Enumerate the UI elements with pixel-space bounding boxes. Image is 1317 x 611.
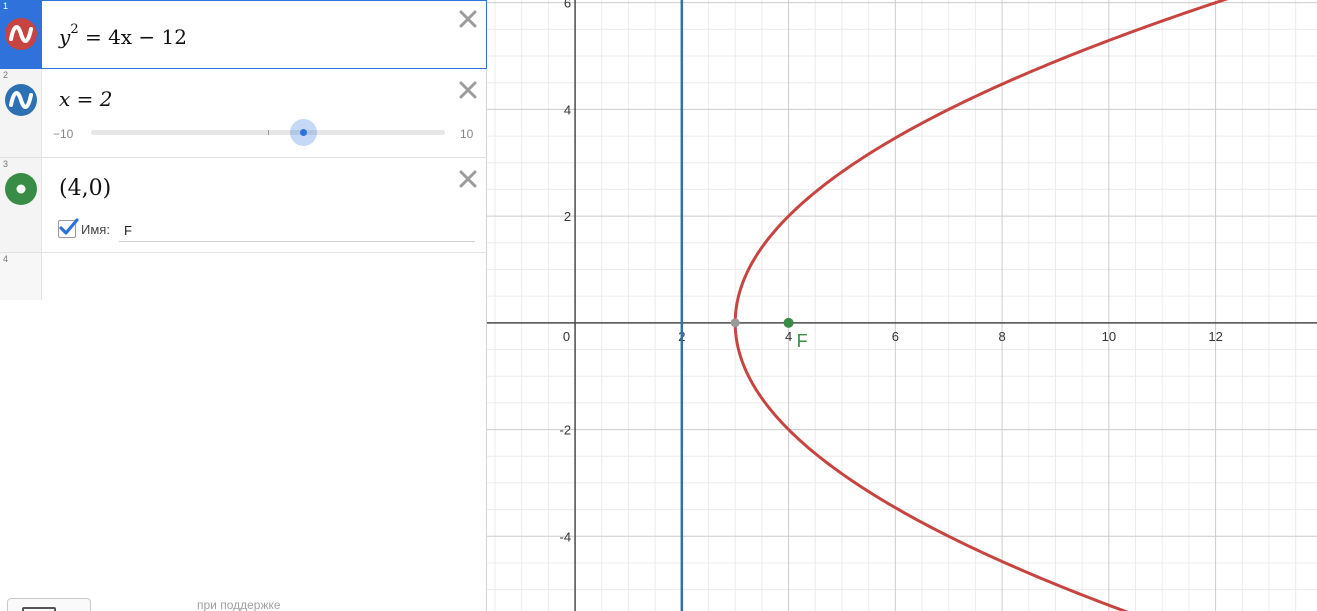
delete-expression-icon[interactable] — [457, 168, 479, 190]
checkmark-icon — [59, 218, 79, 235]
expression-tab-1[interactable]: 1 — [0, 0, 42, 68]
line-wave-icon[interactable] — [5, 84, 37, 116]
slider-max-label[interactable]: 10 — [460, 127, 473, 141]
y-tick-label: -2 — [560, 423, 572, 438]
delete-expression-icon[interactable] — [457, 8, 479, 30]
y-tick-label: -4 — [560, 529, 572, 544]
expression-number: 4 — [3, 254, 9, 264]
point-icon[interactable] — [5, 173, 37, 205]
expression-tab-3[interactable]: 3 — [0, 158, 42, 252]
graph-canvas[interactable]: 24681012642-2-40F — [487, 0, 1317, 611]
focus-point-label: F — [797, 331, 808, 351]
expression-tab-2[interactable]: 2 — [0, 69, 42, 157]
vertex-point — [730, 318, 740, 328]
expression-number: 2 — [3, 70, 9, 80]
y-tick-label: 2 — [564, 209, 571, 224]
x-tick-label: 10 — [1102, 329, 1116, 344]
math-variable: y — [59, 25, 71, 49]
expression-math[interactable]: (4,0) — [59, 176, 111, 201]
slider-min-label[interactable]: −10 — [53, 127, 73, 141]
expression-math[interactable]: y2 = 4x − 12 — [59, 22, 187, 49]
expression-number: 3 — [3, 159, 9, 169]
math-rhs: = 4x − 12 — [84, 25, 187, 49]
focus-point — [783, 317, 794, 328]
slider-zero-tick — [268, 130, 269, 135]
keyboard-button[interactable] — [7, 598, 91, 611]
expression-row-4[interactable]: 4 — [0, 253, 487, 300]
expression-tab-4[interactable]: 4 — [0, 253, 42, 300]
expression-math[interactable]: x = 2 — [59, 87, 112, 111]
expression-list: 1 y2 = 4x − 12 2 x = 2 −10 10 3 (4,0) Им… — [0, 0, 487, 611]
x-tick-label: 12 — [1208, 329, 1222, 344]
label-checkbox[interactable] — [58, 218, 79, 238]
label-toggle[interactable]: Имя: — [58, 218, 110, 238]
expression-row-2[interactable]: 2 x = 2 — [0, 69, 487, 158]
delete-expression-icon[interactable] — [457, 79, 479, 101]
expression-number: 1 — [3, 1, 9, 11]
y-tick-label: 4 — [564, 102, 571, 117]
graph-svg[interactable]: 24681012642-2-40F — [487, 0, 1317, 611]
powered-by-text: при поддержке — [197, 598, 281, 611]
x-tick-label: 4 — [785, 329, 792, 344]
label-name-input[interactable]: F — [119, 220, 475, 242]
expression-row-1[interactable]: 1 y2 = 4x − 12 — [0, 0, 487, 69]
y-tick-label: 6 — [564, 0, 571, 11]
math-exponent: 2 — [70, 22, 79, 38]
x-tick-label: 6 — [892, 329, 899, 344]
parabola-wave-icon[interactable] — [5, 18, 37, 50]
slider-handle[interactable] — [290, 119, 317, 146]
parabola-curve — [733, 0, 1229, 611]
origin-label: 0 — [563, 329, 570, 344]
label-caption: Имя: — [81, 221, 110, 237]
x-tick-label: 8 — [998, 329, 1005, 344]
